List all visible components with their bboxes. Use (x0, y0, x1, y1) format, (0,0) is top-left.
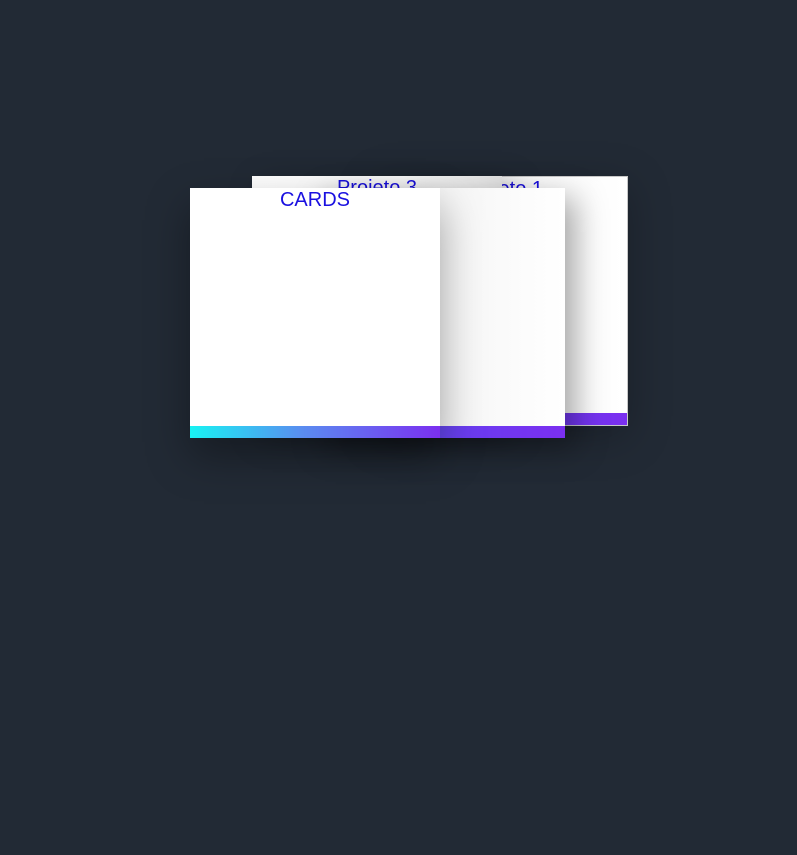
card-title: CARDS (279, 189, 350, 211)
card-stage: Projeto 1 Projeto 3 CARDS (0, 0, 797, 855)
card-front[interactable]: CARDS (190, 188, 440, 438)
card-gradient-bar (190, 426, 440, 438)
